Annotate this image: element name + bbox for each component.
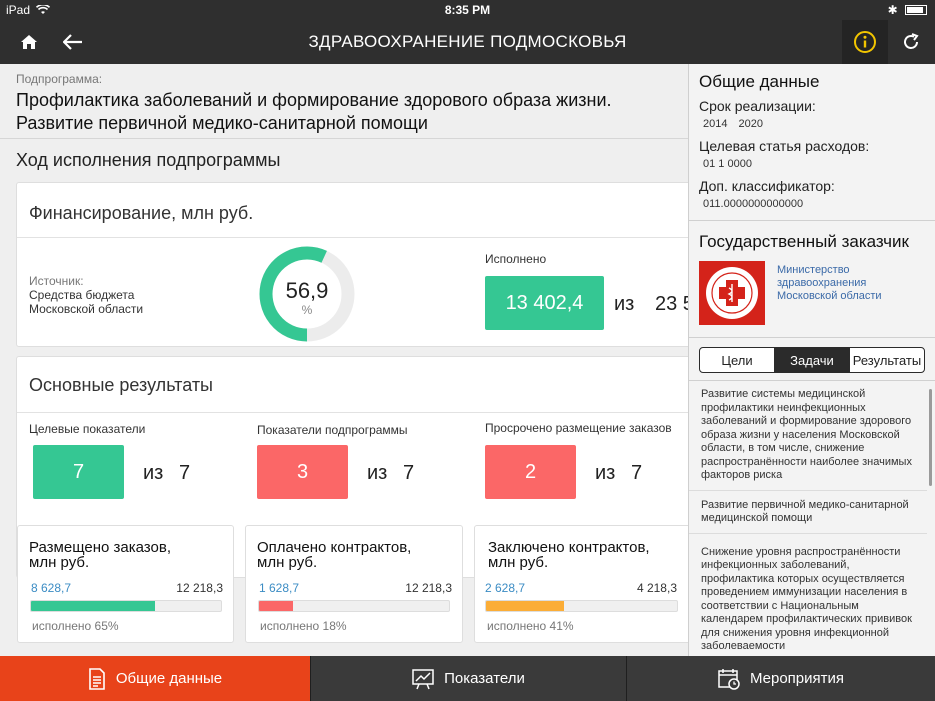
contract-total: 12 218,3 [176,581,223,595]
divider [17,412,688,413]
financing-total: 23 5 [655,293,688,315]
customer-title: Государственный заказчик [699,232,909,251]
status-icons: ✱ [888,3,927,17]
expense-label: Целевая статья расходов: [699,138,870,154]
result-total: 7 [403,462,415,484]
bluetooth-icon: ✱ [887,3,898,17]
segment-tasks[interactable]: Задачи [775,348,850,372]
info-icon [854,31,876,53]
of-label: из [367,462,388,484]
divider [689,220,935,221]
financing-source: Источник: Средства бюджета Московской об… [29,274,144,316]
progress-bar [30,600,222,612]
divider [0,138,688,139]
list-item[interactable]: Снижение уровня распространённости инфек… [689,546,927,654]
battery-icon [905,5,927,15]
classifier-value: 011.0000000000000 [703,198,804,210]
bottom-tab-bar: Общие данные Показатели Мероприятия [0,656,935,701]
info-button[interactable] [842,20,888,64]
page-title: ЗДРАВООХРАНЕНИЕ ПОДМОСКОВЬЯ [308,32,627,51]
chart-board-icon [412,668,434,689]
divider [689,532,927,534]
panel-segmented-control: Цели Задачи Результаты [699,347,925,373]
divider [689,380,935,381]
result-label: Целевые показатели [29,422,146,436]
ministry-emblem-icon [706,267,758,319]
refresh-icon [904,33,919,49]
segment-results[interactable]: Результаты [850,348,924,372]
contract-value: 2 628,7 [485,581,526,595]
period-values: 2014 2020 [703,118,764,130]
refresh-button[interactable] [893,20,929,64]
of-label: из [143,462,164,484]
contract-card: Заключено контрактов, млн руб. 2 628,7 4… [474,525,688,643]
main-content: Подпрограмма: Профилактика заболеваний и… [0,64,688,656]
app-header: ЗДРАВООХРАНЕНИЕ ПОДМОСКОВЬЯ [0,20,935,64]
contract-value: 8 628,7 [31,581,72,595]
result-value-box: 2 [485,445,576,499]
progress-fill [259,601,294,611]
subprogram-title: Профилактика заболеваний и формирование … [16,90,612,133]
divider [689,337,935,338]
subprogram-label: Подпрограмма: [16,72,103,86]
results-title: Основные результаты [29,375,213,395]
status-bar: iPad 8:35 PM ✱ [0,0,935,20]
contract-total: 12 218,3 [405,581,452,595]
info-panel: Общие данные Срок реализации: 2014 2020 … [688,64,935,656]
clock: 8:35 PM [444,3,491,17]
progress-bar [258,600,450,612]
progress-bar [485,600,678,612]
document-icon [89,667,105,690]
tab-general-data[interactable]: Общие данные [0,656,310,701]
executed-value: 13 402,4 [485,276,604,330]
contract-total: 4 218,3 [636,581,677,595]
general-data-title: Общие данные [699,72,820,91]
gauge-unit: % [301,303,313,317]
task-list: Развитие системы медицинской профилактик… [689,388,927,654]
result-label: Показатели подпрограммы [257,423,408,437]
contract-card: Размещено заказов, млн руб. 8 628,7 12 2… [17,525,234,643]
progress-fill [31,601,155,611]
percent-text: исполнено 18% [260,619,347,633]
tab-indicators[interactable]: Показатели [311,656,626,701]
gauge-value: 56,9 [285,278,329,303]
financing-title: Финансирование, млн руб. [29,203,254,223]
expense-value: 01 1 0000 [703,158,752,170]
tab-events[interactable]: Мероприятия [627,656,935,701]
result-value-box: 3 [257,445,348,499]
contract-value: 1 628,7 [259,581,300,595]
result-value-box: 7 [33,445,124,499]
period-label: Срок реализации: [699,98,816,114]
divider [17,237,688,238]
percent-text: исполнено 65% [32,619,119,633]
progress-fill [486,601,565,611]
divider [689,489,927,491]
result-total: 7 [179,462,191,484]
list-item[interactable]: Развитие системы медицинской профилактик… [689,388,927,483]
scrollbar[interactable] [929,389,932,486]
list-item[interactable]: Развитие первичной медико-санитарной мед… [689,499,927,526]
ministry-link[interactable]: Министерство здравоохранения Московской … [777,264,882,303]
contract-card: Оплачено контрактов, млн руб. 1 628,7 12… [245,525,463,643]
progress-section-title: Ход исполнения подпрограммы [16,150,281,170]
ministry-logo [699,261,765,325]
calendar-icon [718,668,740,690]
result-label: Просрочено размещение заказов [485,421,672,435]
executed-label: Исполнено [485,252,547,266]
percent-text: исполнено 41% [487,619,574,633]
result-total: 7 [631,462,643,484]
of-label: из [595,462,616,484]
financing-card: Финансирование, млн руб. Источник: Средс… [16,182,688,347]
segment-goals[interactable]: Цели [700,348,775,372]
classifier-label: Доп. классификатор: [699,178,835,194]
of-label: из [614,293,635,315]
